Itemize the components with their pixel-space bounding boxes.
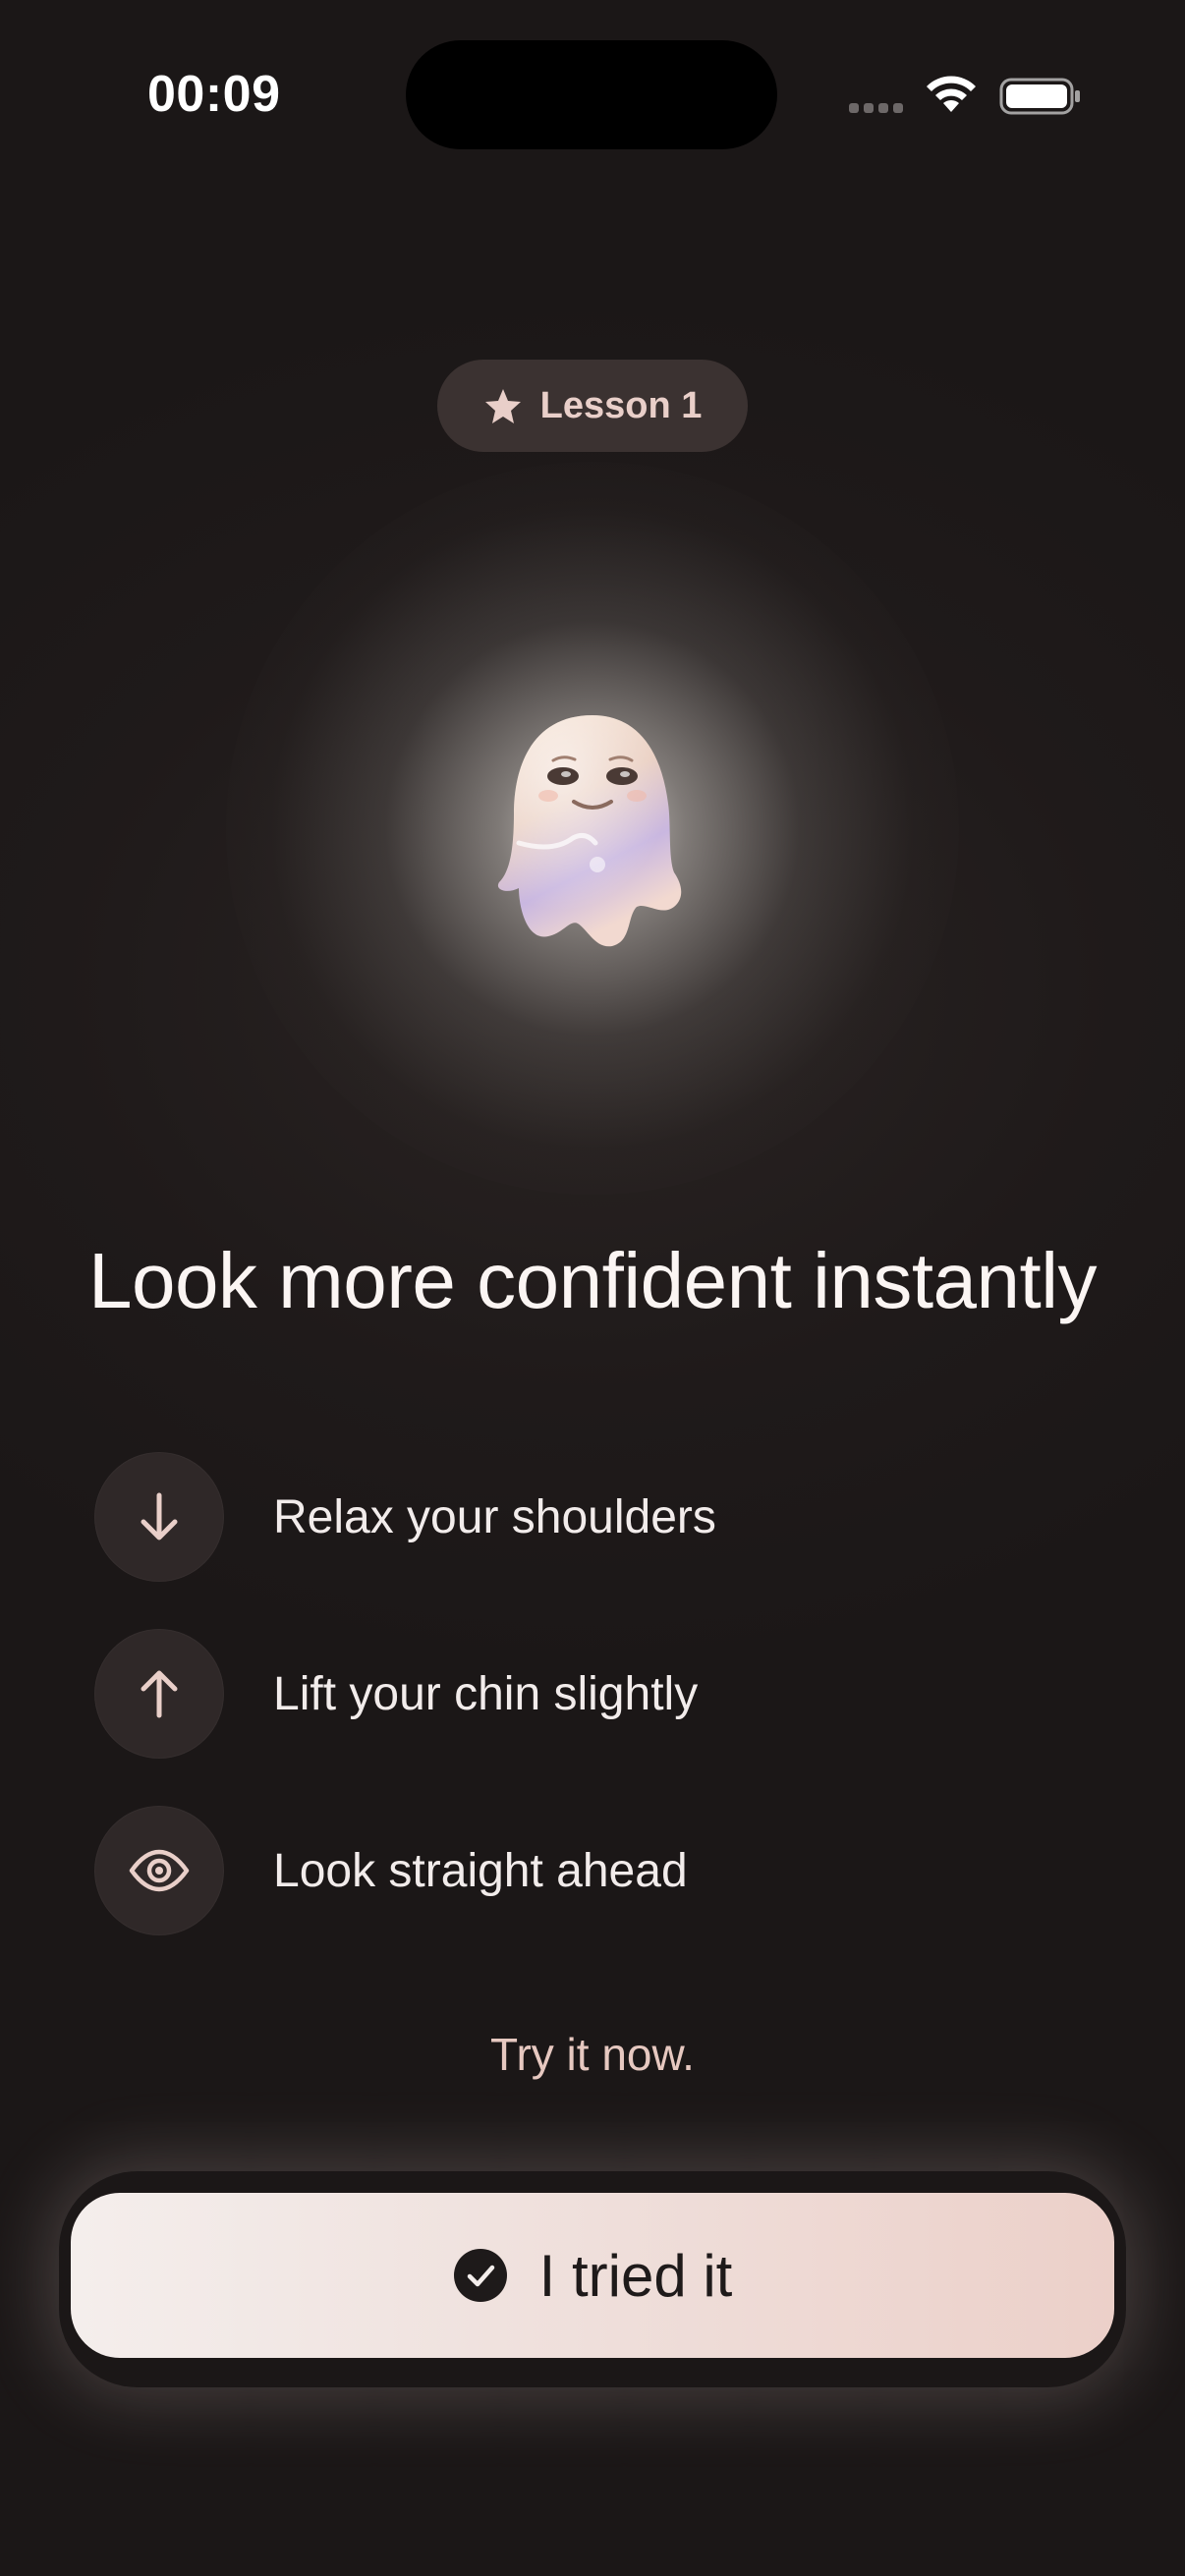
lesson-badge: Lesson 1 (437, 360, 748, 452)
arrow-down-icon (141, 1492, 178, 1540)
screen: 00:09 Lesson 1 Look more confident insta… (0, 0, 1185, 2576)
check-circle-icon (453, 2249, 507, 2302)
lesson-label: Lesson 1 (539, 384, 703, 426)
page-title: Look more confident instantly (87, 1237, 1098, 1324)
status-time: 00:09 (147, 66, 281, 123)
i-tried-it-button[interactable]: I tried it (71, 2193, 1114, 2358)
ghost-mascot-icon (497, 715, 682, 947)
arrow-up-icon (141, 1670, 178, 1718)
tip-icon-circle (94, 1806, 224, 1935)
button-label: I tried it (538, 2242, 733, 2309)
tip-item: Lift your chin slightly (94, 1629, 698, 1759)
tip-label: Look straight ahead (273, 1844, 688, 1897)
tip-label: Lift your chin slightly (273, 1667, 699, 1720)
battery-icon (999, 78, 1080, 115)
wifi-icon (927, 76, 976, 112)
dynamic-island (406, 40, 777, 149)
eye-icon (129, 1849, 190, 1892)
tip-icon-circle (94, 1452, 224, 1582)
tip-item: Relax your shoulders (94, 1452, 716, 1582)
cellular-signal-icon (849, 103, 903, 113)
star-icon (484, 389, 521, 423)
tip-icon-circle (94, 1629, 224, 1759)
tip-label: Relax your shoulders (273, 1490, 716, 1543)
try-now-prompt: Try it now. (490, 2029, 695, 2080)
tip-item: Look straight ahead (94, 1806, 688, 1935)
